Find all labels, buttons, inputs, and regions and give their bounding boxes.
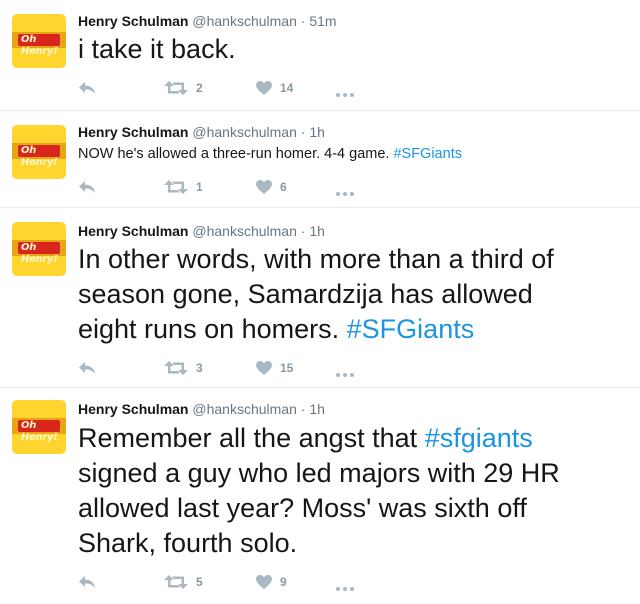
author-handle[interactable]: @hankschulman	[192, 13, 297, 29]
reply-icon	[79, 181, 95, 193]
author-name[interactable]: Henry Schulman	[78, 124, 188, 140]
tweet[interactable]: Oh Henry! Henry Schulman @hankschulman ·…	[0, 208, 640, 388]
tweet-header: Henry Schulman @hankschulman · 1h	[78, 123, 325, 141]
tweet-actions: 3 15	[78, 358, 398, 378]
retweet-icon	[164, 575, 188, 589]
retweet-count: 2	[196, 81, 203, 95]
separator: ·	[300, 124, 306, 140]
like-count: 9	[280, 575, 287, 589]
like-count: 6	[280, 180, 287, 194]
avatar-logo-text: Oh Henry!	[21, 242, 58, 265]
tweet-text-plain: NOW he's allowed a three-run homer. 4-4 …	[78, 146, 394, 162]
retweet-count: 5	[196, 575, 203, 589]
timestamp[interactable]: 1h	[309, 401, 325, 417]
tweet-text-pre: Remember all the angst that	[78, 423, 425, 453]
reply-button[interactable]	[78, 572, 96, 592]
timestamp[interactable]: 1h	[309, 223, 325, 239]
retweet-count: 1	[196, 180, 203, 194]
author-handle[interactable]: @hankschulman	[192, 124, 297, 140]
heart-icon	[256, 81, 272, 95]
tweet[interactable]: Oh Henry! Henry Schulman @hankschulman ·…	[0, 111, 640, 208]
tweet-text: Remember all the angst that #sfgiants si…	[78, 421, 588, 561]
like-button[interactable]: 14	[256, 78, 293, 98]
retweet-button[interactable]: 1	[164, 177, 203, 197]
heart-icon	[256, 361, 272, 375]
avatar[interactable]: Oh Henry!	[12, 400, 66, 454]
retweet-button[interactable]: 2	[164, 78, 203, 98]
author-name[interactable]: Henry Schulman	[78, 223, 188, 239]
tweet-header: Henry Schulman @hankschulman · 1h	[78, 400, 325, 418]
avatar-logo-text: Oh Henry!	[21, 420, 58, 443]
reply-icon	[79, 362, 95, 374]
hashtag-link[interactable]: #SFGiants	[393, 146, 462, 162]
tweet[interactable]: Oh Henry! Henry Schulman @hankschulman ·…	[0, 0, 640, 111]
reply-icon	[79, 576, 95, 588]
tweet-header: Henry Schulman @hankschulman · 1h	[78, 222, 325, 240]
more-icon[interactable]	[336, 183, 357, 201]
timestamp[interactable]: 1h	[309, 124, 325, 140]
avatar[interactable]: Oh Henry!	[12, 125, 66, 179]
tweet-text: i take it back.	[78, 32, 628, 67]
tweet[interactable]: Oh Henry! Henry Schulman @hankschulman ·…	[0, 388, 640, 604]
author-name[interactable]: Henry Schulman	[78, 13, 188, 29]
avatar-logo-text: Oh Henry!	[21, 34, 58, 57]
hashtag-link[interactable]: #sfgiants	[425, 423, 533, 453]
retweet-count: 3	[196, 361, 203, 375]
like-button[interactable]: 9	[256, 572, 287, 592]
reply-button[interactable]	[78, 78, 96, 98]
separator: ·	[300, 223, 306, 239]
author-handle[interactable]: @hankschulman	[192, 223, 297, 239]
heart-icon	[256, 575, 272, 589]
author-handle[interactable]: @hankschulman	[192, 401, 297, 417]
separator: ·	[300, 401, 306, 417]
tweet-text: In other words, with more than a third o…	[78, 242, 588, 347]
author-name[interactable]: Henry Schulman	[78, 401, 188, 417]
tweet-text-post: signed a guy who led majors with 29 HR a…	[78, 458, 560, 558]
tweet-header: Henry Schulman @hankschulman · 51m	[78, 12, 337, 30]
tweet-actions: 2 14	[78, 78, 398, 98]
more-icon[interactable]	[336, 84, 357, 102]
avatar-logo-text: Oh Henry!	[21, 145, 58, 168]
like-button[interactable]: 15	[256, 358, 293, 378]
retweet-icon	[164, 361, 188, 375]
avatar[interactable]: Oh Henry!	[12, 222, 66, 276]
tweet-text-plain: i take it back.	[78, 34, 236, 64]
retweet-button[interactable]: 5	[164, 572, 203, 592]
more-icon[interactable]	[336, 364, 357, 382]
timestamp[interactable]: 51m	[309, 13, 336, 29]
tweet-actions: 1 6	[78, 177, 398, 197]
reply-button[interactable]	[78, 358, 96, 378]
hashtag-link[interactable]: #SFGiants	[347, 314, 475, 344]
tweet-text-plain: In other words, with more than a third o…	[78, 244, 554, 344]
more-icon[interactable]	[336, 578, 357, 596]
like-count: 15	[280, 361, 294, 375]
like-count: 14	[280, 81, 294, 95]
tweet-actions: 5 9	[78, 572, 398, 592]
retweet-icon	[164, 81, 188, 95]
separator: ·	[300, 13, 306, 29]
reply-icon	[79, 82, 95, 94]
heart-icon	[256, 180, 272, 194]
retweet-button[interactable]: 3	[164, 358, 203, 378]
reply-button[interactable]	[78, 177, 96, 197]
like-button[interactable]: 6	[256, 177, 287, 197]
retweet-icon	[164, 180, 188, 194]
tweet-text: NOW he's allowed a three-run homer. 4-4 …	[78, 144, 628, 164]
avatar[interactable]: Oh Henry!	[12, 14, 66, 68]
